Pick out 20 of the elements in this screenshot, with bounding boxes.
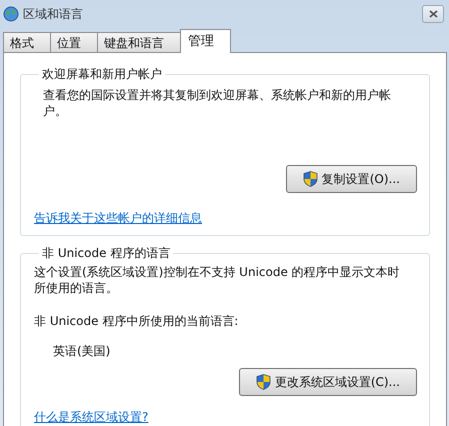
group-title: 非 Unicode 程序的语言	[41, 245, 172, 262]
close-button[interactable]	[422, 5, 444, 23]
description: 查看您的国际设置并将其复制到欢迎屏幕、系统帐户和新的用户帐户。	[43, 87, 392, 119]
current-language-value: 英语(美国)	[53, 343, 112, 360]
current-language-label: 非 Unicode 程序中所使用的当前语言:	[34, 313, 240, 330]
shield-icon	[256, 374, 271, 390]
close-icon	[428, 10, 438, 18]
dialog-button[interactable]: 复制设置(O)...	[286, 165, 417, 193]
group-title: 欢迎屏幕和新用户帐户	[41, 66, 163, 83]
tab[interactable]: 管理	[180, 29, 231, 53]
window-title: 区域和语言	[23, 6, 83, 23]
tab[interactable]: 位置	[50, 32, 98, 52]
dialog-button[interactable]: 更改系统区域设置(C)...	[238, 368, 417, 396]
description: 这个设置(系统区域设置)控制在不支持 Unicode 的程序中显示文本时所使用的语言。	[34, 264, 401, 296]
tab[interactable]: 格式	[3, 32, 51, 52]
tab[interactable]: 键盘和语言	[97, 32, 181, 52]
help-link[interactable]: 什么是系统区域设置?	[34, 410, 148, 424]
globe-icon	[3, 6, 19, 22]
help-link[interactable]: 告诉我关于这些帐户的详细信息	[34, 211, 202, 225]
shield-icon	[302, 171, 318, 187]
